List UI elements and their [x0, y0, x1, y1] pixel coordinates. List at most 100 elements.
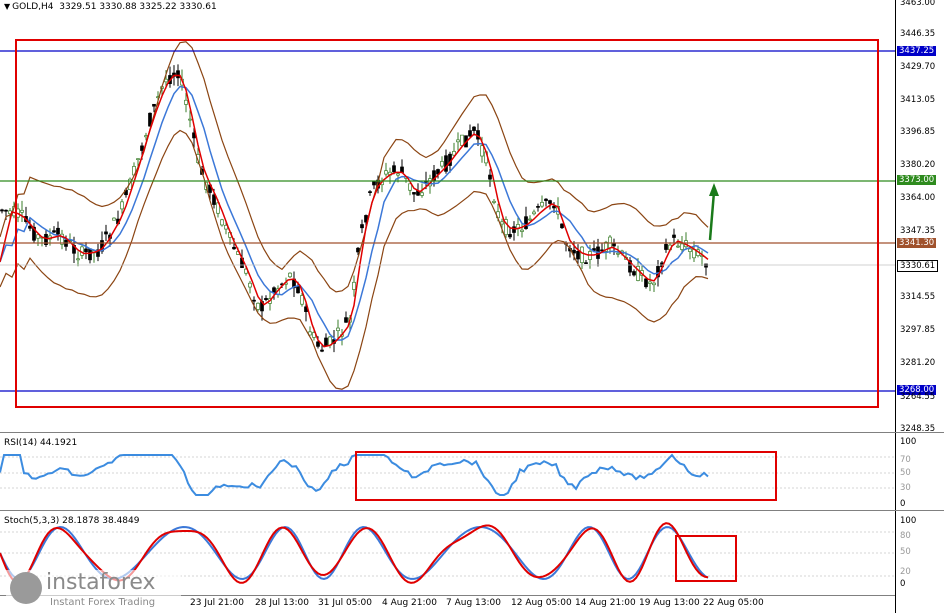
candle-body	[352, 281, 356, 290]
rsi-axis[interactable]: 100 70 50 30 0	[895, 433, 944, 510]
candle-body	[104, 231, 108, 235]
candle-body	[412, 192, 416, 195]
price-tick: 3281.20	[900, 358, 936, 368]
candle-body	[520, 229, 524, 232]
price-tick: 3429.70	[900, 62, 936, 72]
axis-corner	[895, 595, 944, 613]
candle-body	[164, 78, 168, 83]
candle-body	[144, 135, 148, 138]
candle-body	[396, 173, 400, 176]
candle-body	[688, 248, 692, 252]
rsi-tick: 0	[900, 499, 906, 509]
candle-body	[232, 246, 236, 250]
candle-body	[560, 223, 564, 229]
candle-body	[548, 200, 552, 204]
current-price-tag: 3330.61	[897, 260, 939, 272]
candle-body	[368, 191, 372, 193]
time-label: 31 Jul 05:00	[318, 598, 372, 608]
price-tick: 3264.55	[900, 392, 936, 402]
candle-body	[384, 170, 388, 175]
candle-body	[572, 249, 576, 254]
candle-body	[136, 158, 140, 160]
price-tick: 3396.85	[900, 127, 936, 137]
candle-body	[344, 317, 348, 323]
up-arrow-shaft	[708, 191, 716, 241]
candle-body	[584, 262, 588, 264]
candle-body	[212, 194, 216, 205]
candle-body	[440, 161, 444, 167]
green-level-tag: 3373.00	[897, 175, 937, 185]
candle-body	[120, 201, 124, 210]
price-tick: 3297.85	[900, 325, 936, 335]
candle-body	[580, 246, 584, 264]
candle-body	[316, 341, 320, 347]
candle-body	[176, 70, 180, 79]
candle-body	[112, 217, 116, 221]
candle-body	[528, 218, 532, 221]
candle-body	[184, 99, 188, 105]
watermark-tagline: Instant Forex Trading	[50, 597, 156, 608]
candle-body	[392, 165, 396, 173]
instaforex-logo-icon	[10, 572, 42, 604]
price-tick: 3413.05	[900, 95, 936, 105]
candle-body	[652, 282, 656, 286]
rsi-tick: 50	[900, 468, 911, 478]
candle-body	[460, 134, 464, 146]
time-label: 14 Aug 21:00	[575, 598, 636, 608]
candle-body	[360, 224, 364, 229]
candle-body	[28, 225, 32, 229]
stoch-tick: 20	[900, 567, 911, 577]
candle-body	[220, 219, 224, 226]
bollinger-upper	[0, 41, 709, 293]
candle-body	[264, 298, 268, 300]
candle-body	[608, 236, 612, 249]
candle-body	[372, 181, 376, 186]
candle-body	[676, 245, 680, 248]
stoch-highlight-frame	[675, 535, 737, 582]
rsi-tick: 30	[900, 483, 911, 493]
candle-body	[704, 263, 708, 268]
candle-body	[420, 192, 424, 196]
watermark-name: instaforex	[46, 570, 156, 595]
candle-body	[508, 234, 512, 238]
stoch-axis[interactable]: 100 80 50 20 0	[895, 511, 944, 595]
price-tick: 3380.20	[900, 160, 936, 170]
price-highlight-frame	[15, 39, 879, 408]
stoch-tick: 100	[900, 516, 917, 526]
candle-body	[88, 248, 92, 261]
bollinger-lower	[0, 129, 709, 390]
candle-body	[552, 205, 556, 209]
candle-body	[540, 201, 544, 207]
candle-body	[672, 234, 676, 238]
candle-body	[248, 282, 252, 288]
candle-body	[20, 209, 24, 213]
instaforex-watermark: instaforex Instant Forex Trading	[6, 570, 181, 612]
candle-body	[300, 295, 304, 305]
stoch-tick: 50	[900, 547, 911, 557]
candle-body	[524, 216, 528, 229]
candle-body	[632, 271, 636, 276]
time-label: 19 Aug 13:00	[639, 598, 700, 608]
price-axis[interactable]: 3463.00 3446.35 3437.25 3429.70 3413.05 …	[895, 0, 944, 434]
candle-body	[56, 227, 60, 235]
candle-body	[324, 337, 328, 347]
candle-body	[480, 145, 484, 157]
candle-body	[52, 230, 56, 233]
candle-body	[76, 258, 80, 261]
time-label: 12 Aug 05:00	[511, 598, 572, 608]
upper-blue-level-tag: 3437.25	[897, 46, 937, 56]
moving-average-fast	[0, 74, 709, 348]
price-tick: 3463.00	[900, 0, 936, 8]
candle-body	[256, 302, 260, 310]
time-label: 7 Aug 13:00	[446, 598, 501, 608]
candle-body	[500, 221, 504, 225]
time-label: 22 Aug 05:00	[703, 598, 764, 608]
candle-body	[188, 118, 192, 121]
candle-body	[320, 349, 324, 352]
candle-body	[472, 126, 476, 131]
candle-body	[252, 299, 256, 302]
candle-body	[296, 285, 300, 294]
candle-body	[336, 327, 340, 332]
candle-body	[680, 243, 684, 250]
candle-body	[664, 244, 668, 250]
